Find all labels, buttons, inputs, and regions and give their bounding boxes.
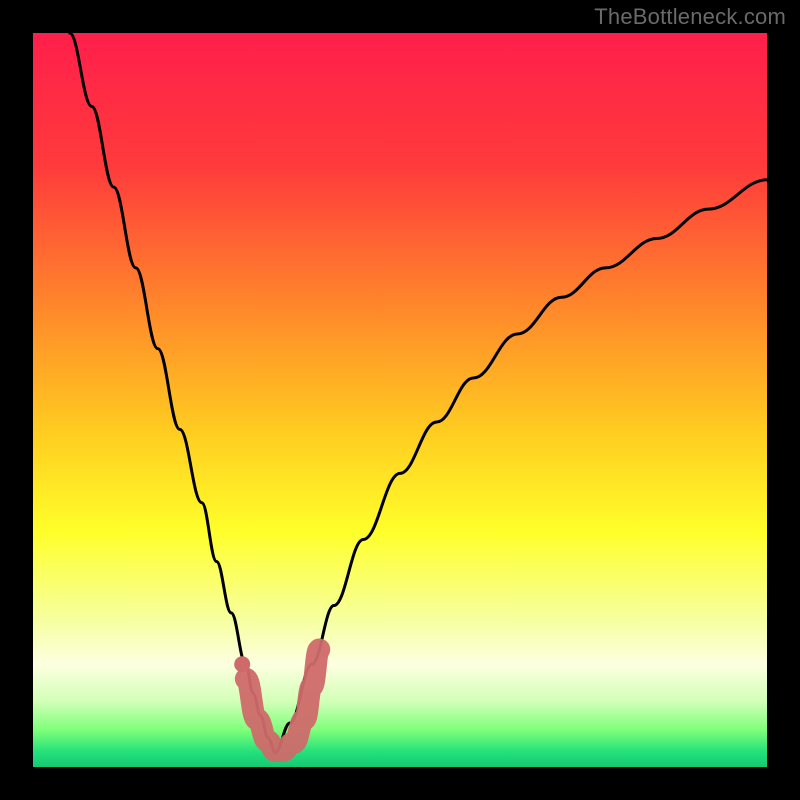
highlight-dot	[234, 656, 250, 672]
gradient-background	[33, 33, 767, 767]
plot-area	[33, 33, 767, 767]
chart-frame: TheBottleneck.com	[0, 0, 800, 800]
watermark-text: TheBottleneck.com	[594, 4, 786, 30]
bottleneck-chart	[33, 33, 767, 767]
